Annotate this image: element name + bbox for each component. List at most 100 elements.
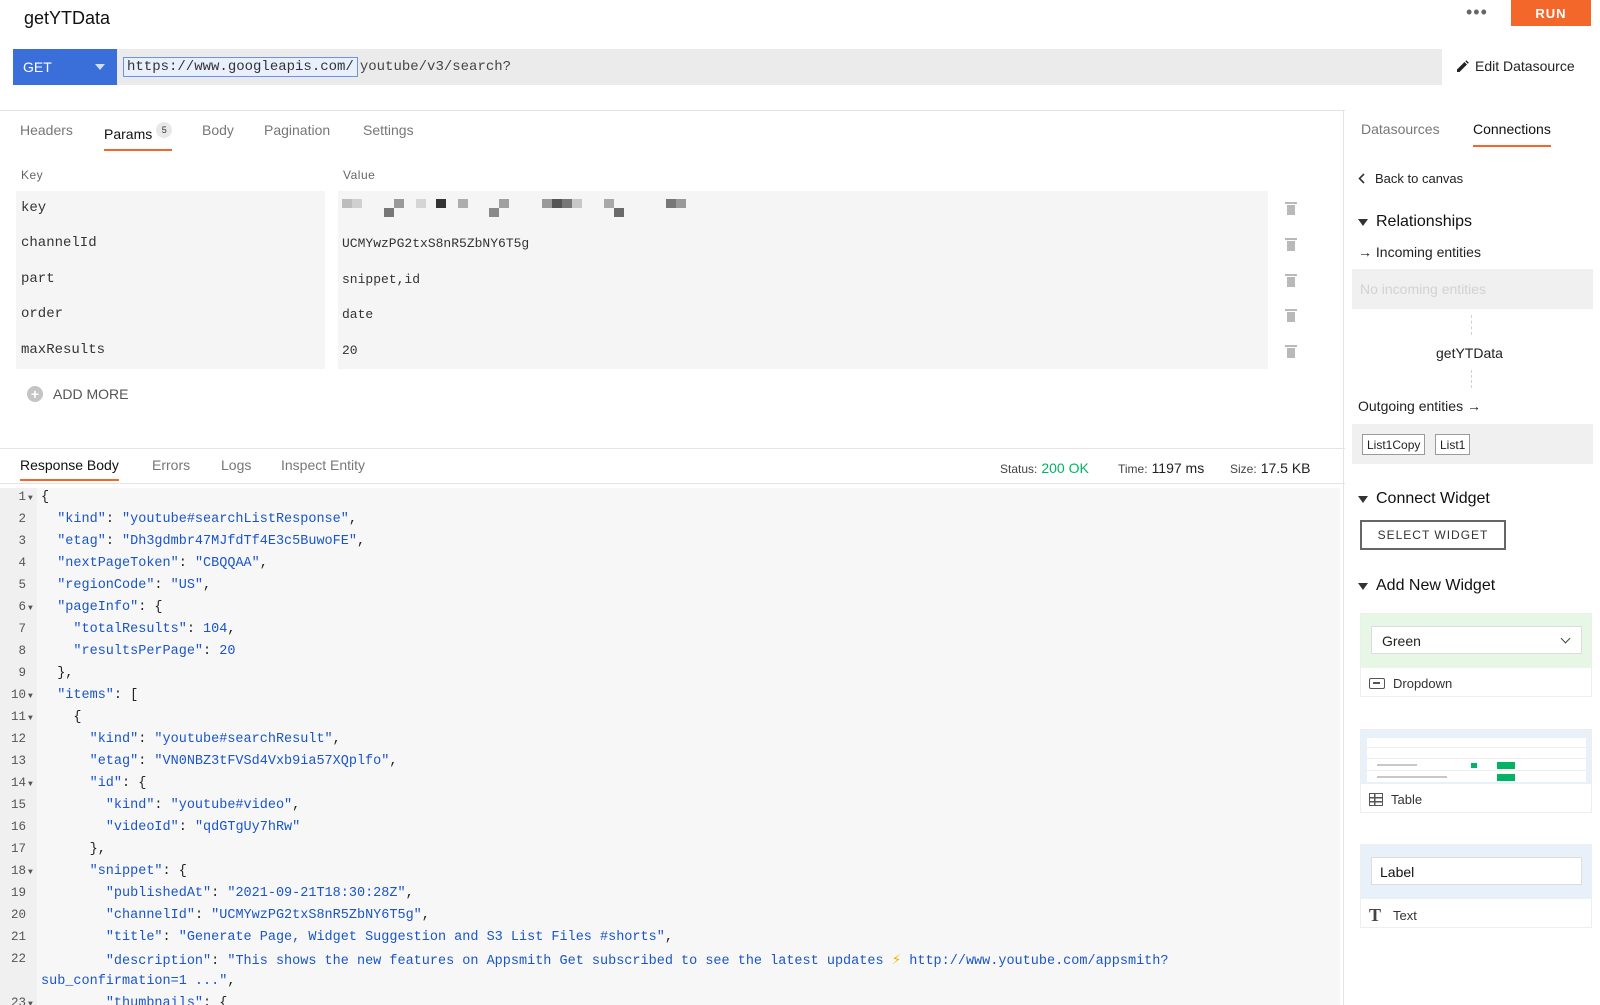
text-widget-label: Text: [1393, 908, 1417, 923]
triangle-down-icon: [1358, 582, 1368, 590]
relationships-title: Relationships: [1376, 213, 1473, 230]
status-value: 200 OK: [1041, 460, 1089, 476]
outgoing-entity-chip[interactable]: List1: [1435, 434, 1471, 455]
tab-body[interactable]: Body: [202, 122, 234, 138]
param-key[interactable]: part: [21, 271, 55, 287]
more-options-icon[interactable]: •••: [1466, 2, 1488, 23]
tab-params[interactable]: Params 5: [104, 122, 173, 151]
table-widget-card[interactable]: Table: [1360, 729, 1592, 813]
text-widget-preview: Label: [1361, 845, 1591, 899]
delete-param-icon[interactable]: [1285, 274, 1297, 287]
current-entity-name: getYTData: [1436, 345, 1503, 361]
text-type-icon: T: [1369, 905, 1382, 925]
dropdown-preview-value: Green: [1382, 633, 1421, 649]
back-to-canvas-link[interactable]: Back to canvas: [1358, 171, 1463, 186]
param-value[interactable]: UCMYwzPG2txS8nR5ZbNY6T5g: [342, 236, 529, 251]
size-label: Size:: [1230, 462, 1257, 476]
param-value[interactable]: 20: [342, 343, 358, 358]
pencil-icon: [1457, 59, 1469, 72]
divider: [0, 448, 1345, 449]
run-button[interactable]: RUN: [1511, 0, 1591, 26]
active-tab-underline: [20, 479, 119, 481]
select-widget-button[interactable]: SELECT WIDGET: [1360, 520, 1506, 550]
incoming-entities-heading: → Incoming entities: [1358, 244, 1481, 260]
text-widget-card[interactable]: Label T Text: [1360, 844, 1592, 928]
outgoing-entities-label: Outgoing entities: [1358, 398, 1464, 414]
time-label: Time:: [1118, 462, 1148, 476]
tab-settings[interactable]: Settings: [363, 122, 414, 138]
dropdown-preview-select: Green: [1371, 626, 1582, 654]
divider: [1343, 110, 1344, 1005]
chevron-down-icon: [1560, 633, 1571, 644]
param-value[interactable]: date: [342, 307, 373, 322]
dropdown-widget-label-row: Dropdown: [1369, 676, 1452, 691]
dropdown-widget-label: Dropdown: [1393, 676, 1453, 691]
key-column-header: Key: [21, 168, 44, 182]
size-indicator: Size: 17.5 KB: [1230, 460, 1311, 476]
dropdown-icon: [1369, 678, 1385, 689]
tab-response-body-label: Response Body: [20, 457, 119, 473]
triangle-down-icon: [1358, 495, 1368, 503]
param-key[interactable]: maxResults: [21, 342, 105, 358]
triangle-down-icon: [1358, 218, 1368, 226]
back-to-canvas-label: Back to canvas: [1375, 171, 1464, 186]
edit-datasource-button[interactable]: Edit Datasource: [1456, 58, 1575, 74]
time-value: 1197 ms: [1151, 460, 1205, 476]
param-key[interactable]: channelId: [21, 235, 97, 251]
outgoing-entity-chip[interactable]: List1Copy: [1362, 434, 1426, 455]
chevron-left-icon: [1358, 173, 1365, 184]
add-new-widget-section-toggle[interactable]: Add New Widget: [1358, 577, 1495, 595]
tab-errors[interactable]: Errors: [152, 457, 190, 473]
table-widget-label-row: Table: [1369, 792, 1422, 807]
tab-connections[interactable]: Connections: [1473, 121, 1551, 147]
redacted-api-key-value[interactable]: [342, 196, 702, 218]
caret-down-icon: [95, 64, 105, 70]
arrow-right-icon: →: [1466, 398, 1481, 414]
url-input[interactable]: https://www.googleapis.com/ youtube/v3/s…: [117, 49, 1442, 85]
tab-datasources[interactable]: Datasources: [1361, 121, 1440, 137]
divider: [0, 110, 1345, 111]
text-widget-label-row: T Text: [1369, 905, 1417, 926]
relationships-section-toggle[interactable]: Relationships: [1358, 213, 1472, 231]
connector-line: [1471, 315, 1472, 335]
url-base: https://www.googleapis.com/: [123, 57, 358, 77]
param-key[interactable]: key: [21, 200, 46, 216]
status-label: Status:: [1000, 462, 1038, 476]
incoming-entities-label: Incoming entities: [1375, 244, 1481, 260]
table-icon: [1369, 793, 1383, 806]
delete-param-icon[interactable]: [1285, 202, 1297, 215]
table-widget-label: Table: [1391, 792, 1423, 807]
connect-widget-title: Connect Widget: [1376, 490, 1490, 507]
value-column-header: Value: [343, 168, 376, 182]
connector-line: [1471, 370, 1472, 388]
response-body-editor[interactable]: 1 ▼{ 2 "kind": "youtube#searchListRespons…: [0, 488, 1340, 1005]
param-value[interactable]: snippet,id: [342, 272, 420, 287]
param-key[interactable]: order: [21, 306, 63, 322]
tab-pagination[interactable]: Pagination: [264, 122, 330, 138]
query-name[interactable]: getYTData: [24, 8, 110, 29]
delete-param-icon[interactable]: [1285, 309, 1297, 322]
params-count-badge: 5: [156, 122, 173, 138]
arrow-right-icon: →: [1358, 244, 1372, 260]
dropdown-widget-card[interactable]: Green Dropdown: [1360, 613, 1592, 697]
tab-logs[interactable]: Logs: [221, 457, 251, 473]
tab-params-label: Params: [104, 126, 153, 142]
http-method-select[interactable]: GET: [13, 49, 117, 85]
edit-datasource-label: Edit Datasource: [1475, 58, 1575, 74]
time-indicator: Time: 1197 ms: [1118, 460, 1204, 476]
http-method-value: GET: [23, 59, 52, 75]
add-more-button[interactable]: + ADD MORE: [27, 386, 128, 402]
tab-response-body[interactable]: Response Body: [20, 457, 119, 481]
active-tab-underline: [1473, 145, 1551, 147]
size-value: 17.5 KB: [1260, 460, 1311, 476]
delete-param-icon[interactable]: [1285, 345, 1297, 358]
add-new-widget-title: Add New Widget: [1376, 577, 1496, 594]
dropdown-widget-preview: Green: [1361, 614, 1591, 668]
delete-param-icon[interactable]: [1285, 238, 1297, 251]
tab-headers[interactable]: Headers: [20, 122, 73, 138]
connect-widget-section-toggle[interactable]: Connect Widget: [1358, 490, 1490, 508]
text-preview-label: Label: [1371, 857, 1582, 885]
tab-connections-label: Connections: [1473, 121, 1551, 137]
tab-inspect-entity[interactable]: Inspect Entity: [281, 457, 365, 473]
url-path: youtube/v3/search?: [359, 59, 512, 75]
